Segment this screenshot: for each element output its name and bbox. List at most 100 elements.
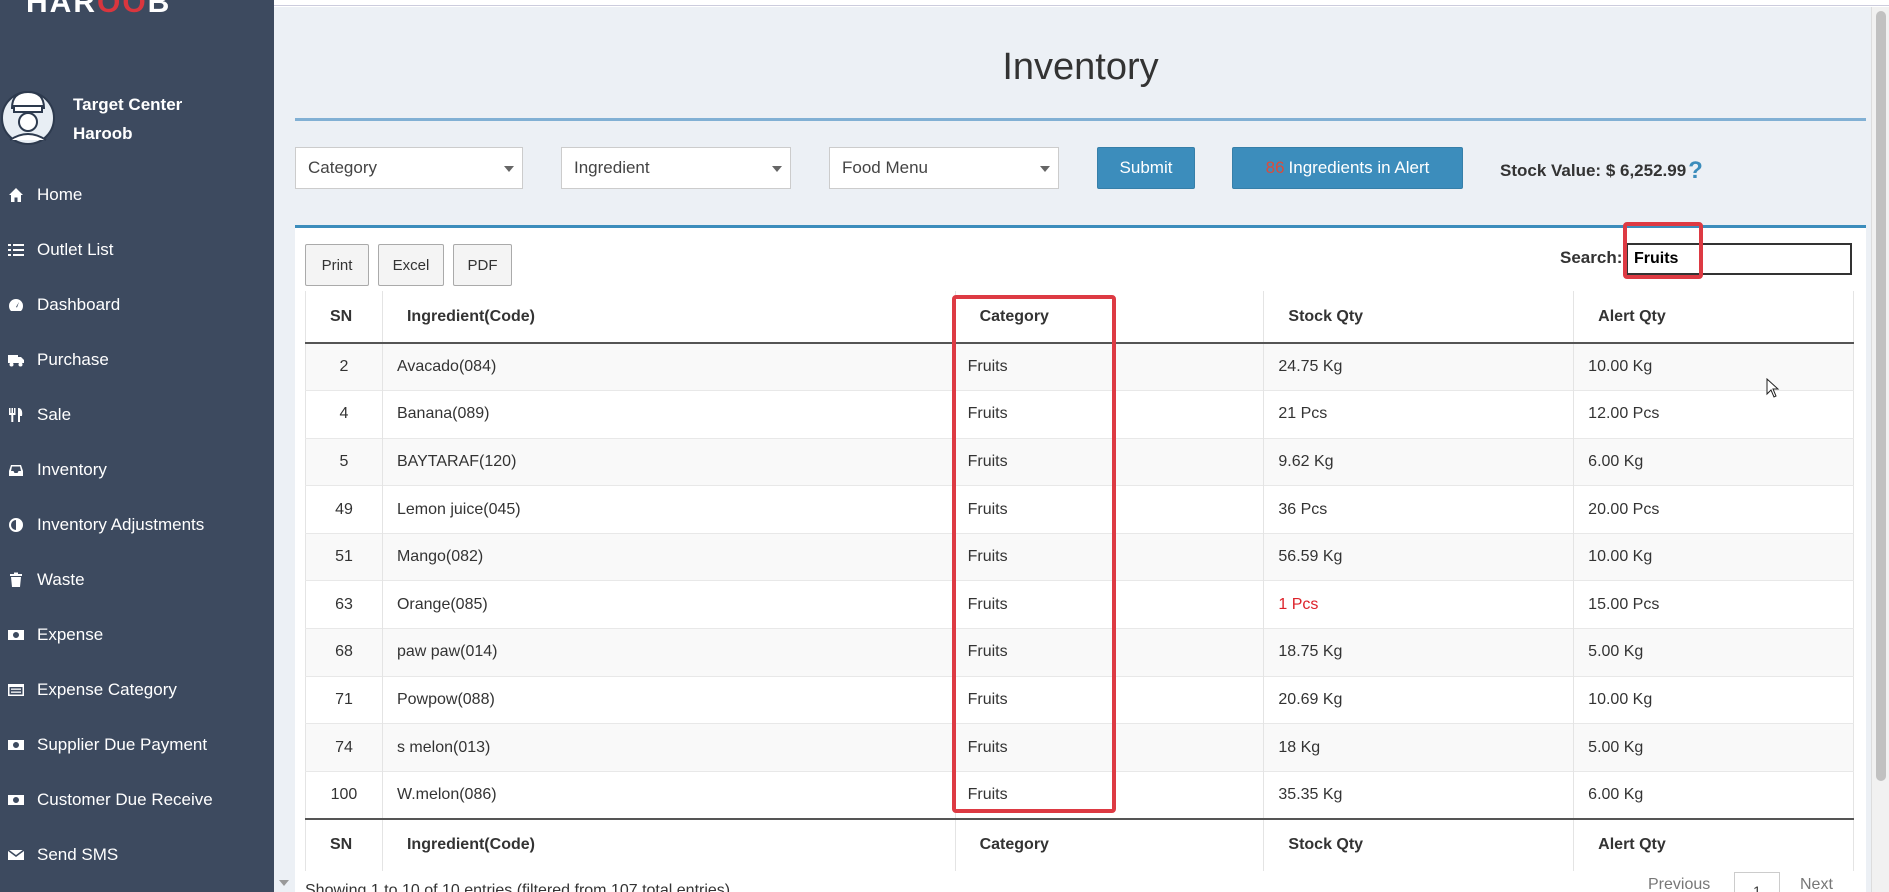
money-icon xyxy=(8,627,37,643)
column-header-sn[interactable]: SN xyxy=(305,291,383,344)
cell-stock-qty: 21 Pcs xyxy=(1263,390,1575,439)
ingredient-select[interactable]: Ingredient xyxy=(561,147,791,189)
user-name: Haroob xyxy=(73,124,133,143)
cell-stock-qty: 18 Kg xyxy=(1263,723,1575,772)
sidebar-item-expense-category[interactable]: Expense Category xyxy=(0,662,274,717)
search-label: Search: xyxy=(1560,248,1623,267)
table-row[interactable]: 71 Powpow(088) Fruits 20.69 Kg 10.00 Kg xyxy=(305,675,1854,724)
submit-button[interactable]: Submit xyxy=(1097,147,1195,189)
cell-category: Fruits xyxy=(955,675,1265,724)
user-panel: Target Center Haroob xyxy=(0,82,274,146)
table-row[interactable]: 63 Orange(085) Fruits 1 Pcs 15.00 Pcs xyxy=(305,580,1854,629)
cell-stock-qty: 36 Pcs xyxy=(1263,485,1575,534)
page-1-button[interactable]: 1 xyxy=(1734,872,1780,892)
column-footer-category: Category xyxy=(955,817,1265,871)
sidebar-item-expense[interactable]: Expense xyxy=(0,607,274,662)
table-row[interactable]: 5 BAYTARAF(120) Fruits 9.62 Kg 6.00 Kg xyxy=(305,437,1854,486)
inbox-icon xyxy=(8,462,37,478)
help-icon[interactable]: ? xyxy=(1688,157,1703,185)
table-row[interactable]: 4 Banana(089) Fruits 21 Pcs 12.00 Pcs xyxy=(305,390,1854,439)
sidebar-item-outlet-list[interactable]: Outlet List xyxy=(0,222,274,277)
table-row[interactable]: 51 Mango(082) Fruits 56.59 Kg 10.00 Kg xyxy=(305,532,1854,581)
cell-sn: 49 xyxy=(305,485,383,534)
inventory-table: SN Ingredient(Code) Category Stock Qty A… xyxy=(305,291,1854,871)
sidebar-item-inventory[interactable]: Inventory xyxy=(0,442,274,497)
cell-sn: 51 xyxy=(305,532,383,581)
food-menu-select[interactable]: Food Menu xyxy=(829,147,1059,189)
chef-avatar-icon xyxy=(1,90,55,145)
cell-category: Fruits xyxy=(955,390,1265,439)
scrollbar-thumb[interactable] xyxy=(1876,11,1886,781)
cell-ingredient: Avacado(084) xyxy=(382,342,956,391)
mouse-cursor-icon xyxy=(1766,378,1780,398)
sidebar-item-waste[interactable]: Waste xyxy=(0,552,274,607)
cell-sn: 5 xyxy=(305,437,383,486)
cell-stock-qty: 56.59 Kg xyxy=(1263,532,1575,581)
money-icon xyxy=(8,792,37,808)
category-list-icon xyxy=(8,682,37,698)
column-header-stock-qty[interactable]: Stock Qty xyxy=(1263,291,1575,344)
table-footer-row: SN Ingredient(Code) Category Stock Qty A… xyxy=(305,817,1854,871)
cell-sn: 63 xyxy=(305,580,383,629)
cell-ingredient: s melon(013) xyxy=(382,723,956,772)
sidebar-item-customer-due-receive[interactable]: Customer Due Receive xyxy=(0,772,274,827)
excel-button[interactable]: Excel xyxy=(378,244,444,286)
cell-sn: 71 xyxy=(305,675,383,724)
cell-category: Fruits xyxy=(955,485,1265,534)
previous-page-button[interactable]: Previous xyxy=(1648,876,1710,892)
pdf-button[interactable]: PDF xyxy=(453,244,512,286)
sidebar-item-supplier-due-payment[interactable]: Supplier Due Payment xyxy=(0,717,274,772)
column-footer-alert-qty: Alert Qty xyxy=(1573,817,1854,871)
cell-alert-qty: 10.00 Kg xyxy=(1573,342,1854,391)
page-header: Inventory xyxy=(295,30,1866,121)
app-logo[interactable]: HAROOB xyxy=(26,0,171,20)
cell-alert-qty: 10.00 Kg xyxy=(1573,532,1854,581)
trash-icon xyxy=(8,572,37,588)
cell-stock-qty: 35.35 Kg xyxy=(1263,770,1575,819)
chevron-down-icon xyxy=(772,166,782,172)
column-header-alert-qty[interactable]: Alert Qty xyxy=(1573,291,1854,344)
cell-category: Fruits xyxy=(955,437,1265,486)
table-row[interactable]: 100 W.melon(086) Fruits 35.35 Kg 6.00 Kg xyxy=(305,770,1854,819)
table-row[interactable]: 74 s melon(013) Fruits 18 Kg 5.00 Kg xyxy=(305,723,1854,772)
table-row[interactable]: 2 Avacado(084) Fruits 24.75 Kg 10.00 Kg xyxy=(305,342,1854,391)
cell-stock-qty: 20.69 Kg xyxy=(1263,675,1575,724)
sidebar-item-sale[interactable]: Sale xyxy=(0,387,274,442)
table-row[interactable]: 49 Lemon juice(045) Fruits 36 Pcs 20.00 Pcs xyxy=(305,485,1854,534)
page-scrollbar[interactable] xyxy=(1871,7,1889,892)
scroll-down-arrow-icon[interactable] xyxy=(279,880,289,886)
column-header-category[interactable]: Category xyxy=(955,291,1265,344)
cell-alert-qty: 10.00 Kg xyxy=(1573,675,1854,724)
truck-icon xyxy=(8,352,37,368)
category-select[interactable]: Category xyxy=(295,147,523,189)
sidebar-item-inventory-adjustments[interactable]: Inventory Adjustments xyxy=(0,497,274,552)
column-footer-stock-qty: Stock Qty xyxy=(1263,817,1575,871)
cell-ingredient: Orange(085) xyxy=(382,580,956,629)
sidebar-item-send-sms[interactable]: Send SMS xyxy=(0,827,274,882)
cell-ingredient: Powpow(088) xyxy=(382,675,956,724)
next-page-button[interactable]: Next xyxy=(1800,876,1833,892)
page-title: Inventory xyxy=(1002,46,1159,88)
table-row[interactable]: 68 paw paw(014) Fruits 18.75 Kg 5.00 Kg xyxy=(305,628,1854,677)
cell-sn: 100 xyxy=(305,770,383,819)
sidebar-item-home[interactable]: Home xyxy=(0,167,274,222)
cell-ingredient: paw paw(014) xyxy=(382,628,956,677)
alert-count: 86 xyxy=(1265,158,1285,177)
cell-alert-qty: 20.00 Pcs xyxy=(1573,485,1854,534)
cell-stock-qty: 9.62 Kg xyxy=(1263,437,1575,486)
cell-ingredient: Banana(089) xyxy=(382,390,956,439)
table-info: Showing 1 to 10 of 10 entries (filtered … xyxy=(305,882,731,892)
ingredients-alert-button[interactable]: 86 Ingredients in Alert xyxy=(1232,147,1463,189)
cell-stock-qty: 1 Pcs xyxy=(1263,580,1575,629)
cell-category: Fruits xyxy=(955,723,1265,772)
search-input[interactable] xyxy=(1626,243,1852,275)
column-footer-ingredient: Ingredient(Code) xyxy=(382,817,956,871)
print-button[interactable]: Print xyxy=(305,244,369,286)
sidebar-item-dashboard[interactable]: Dashboard xyxy=(0,277,274,332)
column-header-ingredient[interactable]: Ingredient(Code) xyxy=(382,291,956,344)
cell-ingredient: BAYTARAF(120) xyxy=(382,437,956,486)
sidebar-item-purchase[interactable]: Purchase xyxy=(0,332,274,387)
cell-ingredient: Mango(082) xyxy=(382,532,956,581)
cell-category: Fruits xyxy=(955,770,1265,819)
cell-category: Fruits xyxy=(955,580,1265,629)
